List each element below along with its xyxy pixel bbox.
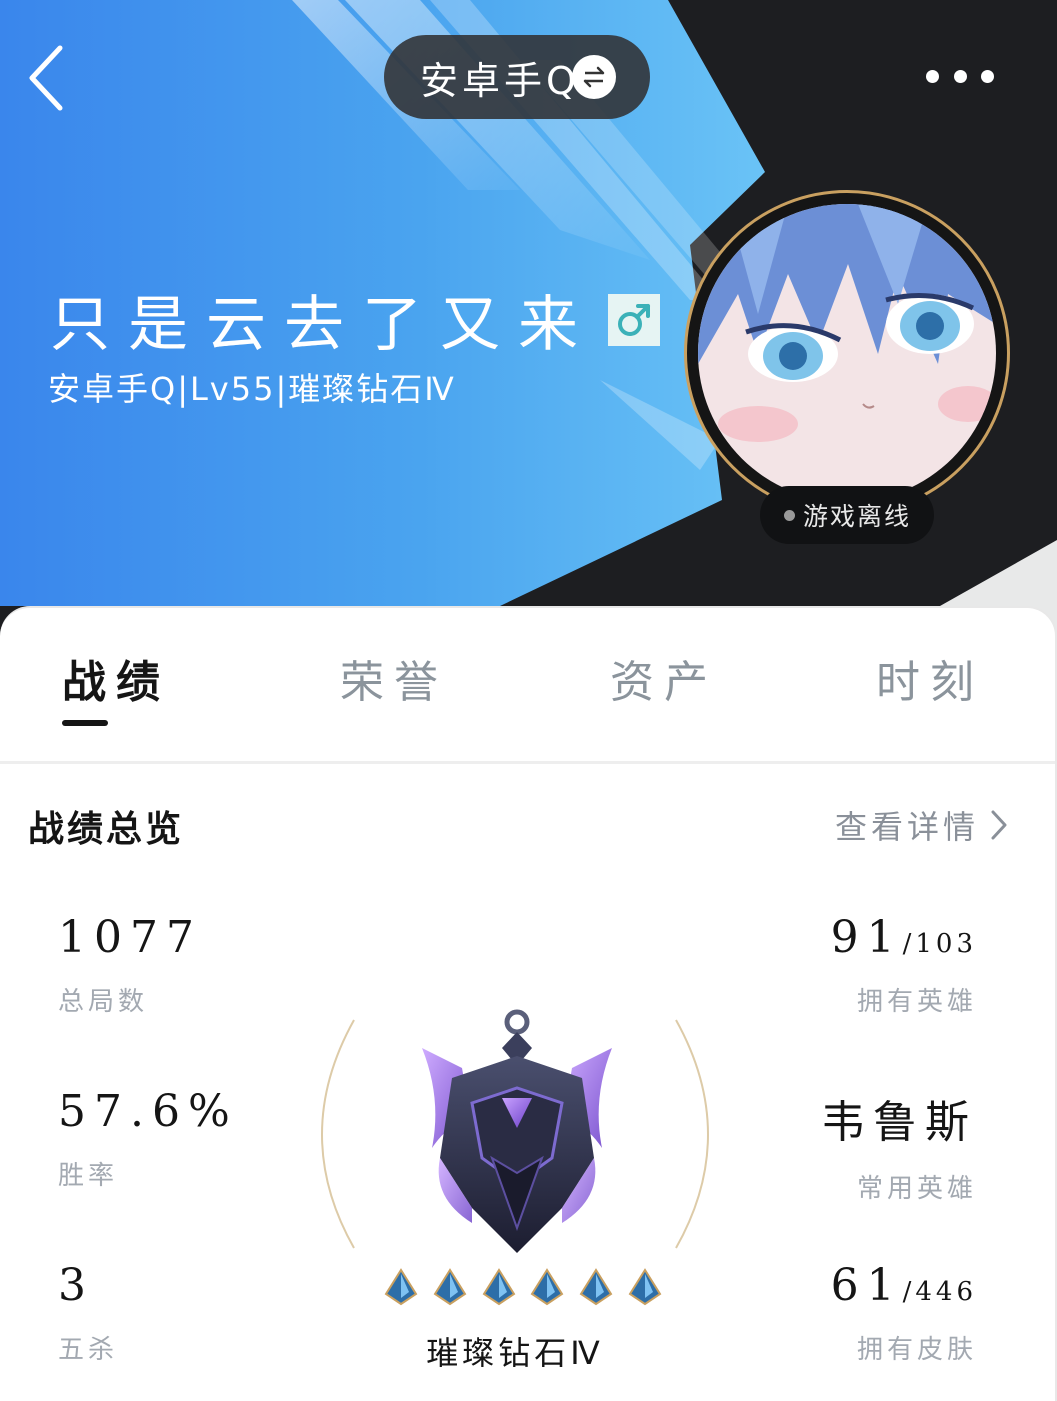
status-text: 游戏离线 (803, 502, 912, 531)
nickname-row: 只是云去了又来 (50, 276, 660, 363)
avatar[interactable] (684, 190, 1010, 516)
stats-card: 战绩 荣誉 资产 时刻 战绩总览 查看详情 1077 总局数 57.6% 胜率 … (0, 606, 1057, 1401)
rank-star-gem-icon (628, 1268, 662, 1306)
rank-name: 璀璨钻石Ⅳ (426, 1334, 604, 1372)
chevron-right-icon (991, 810, 1007, 840)
back-arrow-icon (29, 45, 63, 111)
rank-star-gem-icon (433, 1268, 467, 1306)
owned-heroes-value: 91 (830, 912, 903, 963)
section-title: 战绩总览 (28, 809, 185, 850)
profile-banner: 安卓手Q 只是云去了又来 安卓手Q|Lv55|璀璨钻石Ⅳ 游戏离线 (0, 0, 1057, 640)
back-button[interactable] (20, 40, 72, 116)
owned-heroes-total: /103 (902, 929, 977, 959)
rank-star-gem-icon (531, 1268, 564, 1306)
server-switch-button[interactable]: 安卓手Q (384, 35, 650, 119)
swap-icon (572, 55, 616, 99)
rank-star-gem-icon (579, 1268, 613, 1306)
owned-skins-total: /446 (902, 1277, 977, 1307)
status-badge: 游戏离线 (760, 486, 934, 544)
view-details-label: 查看详情 (834, 808, 979, 846)
tab-bar: 战绩 荣誉 资产 时刻 (0, 608, 1055, 764)
tab-records[interactable]: 战绩 (62, 646, 170, 710)
tab-assets[interactable]: 资产 (610, 646, 718, 710)
nickname: 只是云去了又来 (50, 290, 596, 360)
stat-owned-heroes: 91/103 拥有英雄 (831, 912, 977, 1018)
male-icon (608, 293, 660, 346)
rank-star-gem-icon (384, 1268, 418, 1306)
active-tab-indicator (62, 720, 108, 726)
avatar-image (698, 204, 996, 502)
tab-moments[interactable]: 时刻 (876, 646, 984, 710)
rank-stars (382, 1268, 664, 1308)
stat-total-games: 1077 总局数 (58, 912, 202, 1018)
tab-honor[interactable]: 荣誉 (340, 646, 448, 710)
rank-star-gem-icon (482, 1268, 515, 1306)
server-label: 安卓手Q (420, 58, 580, 103)
rank-emblem-icon (422, 1009, 612, 1253)
offline-dot-icon (784, 509, 795, 521)
more-icon[interactable] (920, 54, 1000, 98)
view-details-link[interactable]: 查看详情 (835, 802, 1009, 848)
total-games-value: 1077 (58, 912, 202, 963)
player-subinfo: 安卓手Q|Lv55|璀璨钻石Ⅳ (48, 370, 456, 408)
